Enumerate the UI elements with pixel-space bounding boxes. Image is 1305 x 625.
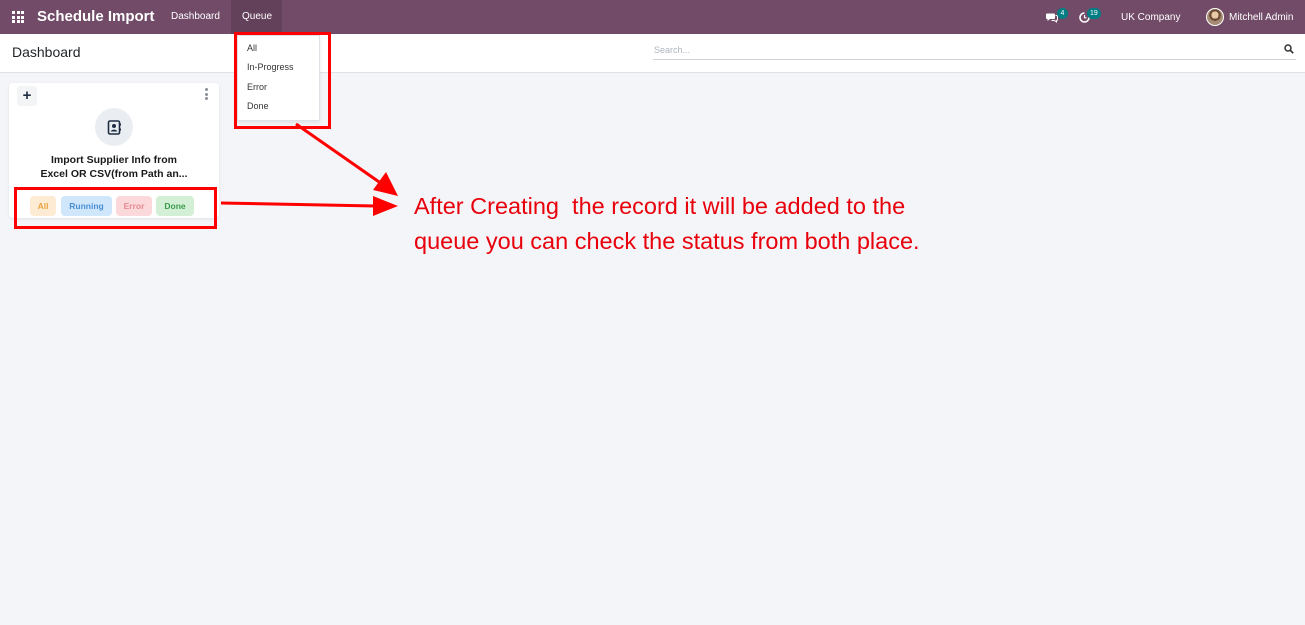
annotation-text: After Creating the record it will be add… xyxy=(414,189,974,259)
arrow-line-from-buttons xyxy=(220,201,376,208)
arrow-head-from-buttons xyxy=(373,196,398,216)
arrow-head-from-dropdown xyxy=(373,172,398,196)
arrow-line-from-dropdown xyxy=(295,122,383,186)
annotation-arrows xyxy=(220,122,398,216)
annotation-line1: After Creating the record it will be add… xyxy=(414,193,906,219)
annotation-line2: queue you can check the status from both… xyxy=(414,228,920,254)
